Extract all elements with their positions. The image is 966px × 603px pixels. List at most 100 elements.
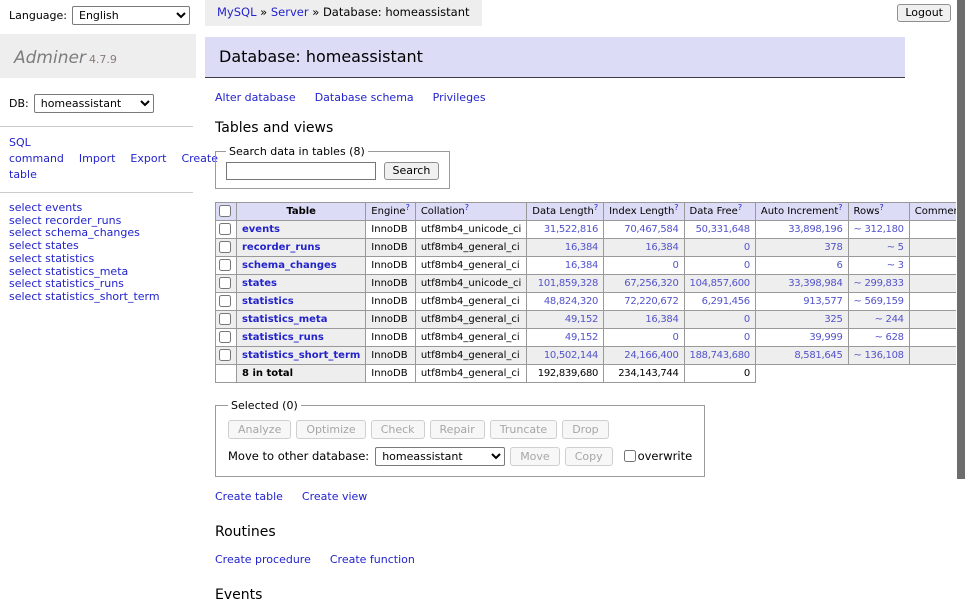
table-link-statistics-runs[interactable]: statistics_runs bbox=[242, 332, 324, 343]
data-length-link[interactable]: 10,502,144 bbox=[544, 350, 598, 361]
rows-link[interactable]: ~ 628 bbox=[875, 332, 904, 343]
sidebar-action-export[interactable]: Export bbox=[130, 152, 166, 165]
data-free-link[interactable]: 188,743,680 bbox=[690, 350, 750, 361]
row-checkbox[interactable] bbox=[219, 313, 231, 325]
sidebar-link-select-states[interactable]: select states bbox=[9, 239, 79, 252]
rows-link[interactable]: ~ 244 bbox=[875, 314, 904, 325]
row-checkbox[interactable] bbox=[219, 277, 231, 289]
row-checkbox[interactable] bbox=[219, 241, 231, 253]
data-length-link[interactable]: 49,152 bbox=[565, 314, 598, 325]
table-link-schema-changes[interactable]: schema_changes bbox=[242, 260, 337, 271]
index-length-link[interactable]: 70,467,584 bbox=[624, 224, 678, 235]
language-select[interactable]: English bbox=[72, 6, 190, 25]
row-checkbox[interactable] bbox=[219, 295, 231, 307]
rows-link[interactable]: ~ 136,108 bbox=[854, 350, 904, 361]
auto-increment-link[interactable]: 33,898,196 bbox=[788, 224, 842, 235]
index-length-link[interactable]: 67,256,320 bbox=[624, 278, 678, 289]
data-free-link[interactable]: 6,291,456 bbox=[702, 296, 750, 307]
rows-link[interactable]: ~ 312,180 bbox=[854, 224, 904, 235]
index-length-link[interactable]: 72,220,672 bbox=[624, 296, 678, 307]
data-free-link[interactable]: 104,857,600 bbox=[690, 278, 750, 289]
sidebar-link-select-statistics-meta[interactable]: select statistics_meta bbox=[9, 265, 128, 278]
sidebar-action-sql-command[interactable]: SQL command bbox=[9, 136, 64, 165]
data-length-link[interactable]: 16,384 bbox=[565, 242, 598, 253]
search-button[interactable]: Search bbox=[384, 162, 440, 180]
routine-link-create-function[interactable]: Create function bbox=[330, 553, 415, 566]
data-length-link[interactable]: 101,859,328 bbox=[538, 278, 598, 289]
row-checkbox[interactable] bbox=[219, 331, 231, 343]
sidebar-link-select-statistics-runs[interactable]: select statistics_runs bbox=[9, 277, 124, 290]
select-all-checkbox[interactable] bbox=[219, 205, 231, 217]
routine-link-create-procedure[interactable]: Create procedure bbox=[215, 553, 311, 566]
auto-increment-link[interactable]: 378 bbox=[824, 242, 842, 253]
auto-increment-link[interactable]: 6 bbox=[836, 260, 842, 271]
db-link-database-schema[interactable]: Database schema bbox=[315, 91, 414, 104]
overwrite-checkbox[interactable] bbox=[624, 450, 636, 462]
help-link[interactable]: ? bbox=[880, 203, 884, 212]
optimize-button[interactable]: Optimize bbox=[296, 420, 365, 439]
sidebar-action-import[interactable]: Import bbox=[79, 152, 116, 165]
breadcrumb-item-mysql[interactable]: MySQL bbox=[217, 5, 257, 19]
help-link[interactable]: ? bbox=[465, 203, 469, 212]
row-checkbox[interactable] bbox=[219, 223, 231, 235]
move-button[interactable]: Move bbox=[510, 447, 560, 466]
auto-increment-link[interactable]: 913,577 bbox=[803, 296, 842, 307]
analyze-button[interactable]: Analyze bbox=[228, 420, 291, 439]
table-link-statistics-short-term[interactable]: statistics_short_term bbox=[242, 350, 360, 361]
help-link[interactable]: ? bbox=[674, 203, 678, 212]
index-length-link[interactable]: 0 bbox=[672, 332, 678, 343]
create-link-create-view[interactable]: Create view bbox=[302, 490, 367, 503]
sidebar-link-select-recorder-runs[interactable]: select recorder_runs bbox=[9, 214, 121, 227]
sidebar-link-select-statistics-short-term[interactable]: select statistics_short_term bbox=[9, 290, 160, 303]
table-link-events[interactable]: events bbox=[242, 224, 280, 235]
breadcrumb-item-server[interactable]: Server bbox=[271, 5, 309, 19]
data-free-link[interactable]: 0 bbox=[744, 332, 750, 343]
data-length-link[interactable]: 49,152 bbox=[565, 332, 598, 343]
sidebar-link-select-schema-changes[interactable]: select schema_changes bbox=[9, 226, 140, 239]
table-link-states[interactable]: states bbox=[242, 278, 277, 289]
row-checkbox[interactable] bbox=[219, 349, 231, 361]
rows-link[interactable]: ~ 569,159 bbox=[854, 296, 904, 307]
move-db-select[interactable]: homeassistant bbox=[375, 447, 505, 466]
check-button[interactable]: Check bbox=[371, 420, 425, 439]
scrollbar-thumb[interactable] bbox=[957, 0, 965, 479]
create-link-create-table[interactable]: Create table bbox=[215, 490, 283, 503]
data-free-link[interactable]: 0 bbox=[744, 314, 750, 325]
index-length-link[interactable]: 24,166,400 bbox=[624, 350, 678, 361]
data-free-link[interactable]: 0 bbox=[744, 260, 750, 271]
scrollbar[interactable] bbox=[956, 0, 966, 543]
auto-increment-link[interactable]: 39,999 bbox=[809, 332, 842, 343]
search-input[interactable] bbox=[226, 162, 376, 180]
auto-increment-link[interactable]: 8,581,645 bbox=[794, 350, 842, 361]
index-length-link[interactable]: 16,384 bbox=[645, 242, 678, 253]
help-link[interactable]: ? bbox=[838, 203, 842, 212]
table-link-statistics-meta[interactable]: statistics_meta bbox=[242, 314, 327, 325]
rows-link[interactable]: ~ 299,833 bbox=[854, 278, 904, 289]
index-length-link[interactable]: 0 bbox=[672, 260, 678, 271]
table-link-recorder-runs[interactable]: recorder_runs bbox=[242, 242, 320, 253]
row-checkbox[interactable] bbox=[219, 259, 231, 271]
help-link[interactable]: ? bbox=[594, 203, 598, 212]
data-length-link[interactable]: 16,384 bbox=[565, 260, 598, 271]
auto-increment-link[interactable]: 325 bbox=[824, 314, 842, 325]
index-length-link[interactable]: 16,384 bbox=[645, 314, 678, 325]
help-link[interactable]: ? bbox=[406, 203, 410, 212]
logout-button[interactable]: Logout bbox=[897, 4, 951, 22]
sidebar-link-select-events[interactable]: select events bbox=[9, 201, 82, 214]
truncate-button[interactable]: Truncate bbox=[490, 420, 557, 439]
db-link-alter-database[interactable]: Alter database bbox=[215, 91, 296, 104]
rows-link[interactable]: ~ 3 bbox=[887, 260, 904, 271]
db-link-privileges[interactable]: Privileges bbox=[433, 91, 486, 104]
table-link-statistics[interactable]: statistics bbox=[242, 296, 294, 307]
rows-link[interactable]: ~ 5 bbox=[887, 242, 904, 253]
data-free-link[interactable]: 0 bbox=[744, 242, 750, 253]
data-length-link[interactable]: 48,824,320 bbox=[544, 296, 598, 307]
data-length-link[interactable]: 31,522,816 bbox=[544, 224, 598, 235]
db-select[interactable]: homeassistant bbox=[34, 94, 154, 113]
copy-button[interactable]: Copy bbox=[565, 447, 613, 466]
drop-button[interactable]: Drop bbox=[562, 420, 608, 439]
auto-increment-link[interactable]: 33,398,984 bbox=[788, 278, 842, 289]
repair-button[interactable]: Repair bbox=[430, 420, 485, 439]
help-link[interactable]: ? bbox=[738, 203, 742, 212]
data-free-link[interactable]: 50,331,648 bbox=[696, 224, 750, 235]
